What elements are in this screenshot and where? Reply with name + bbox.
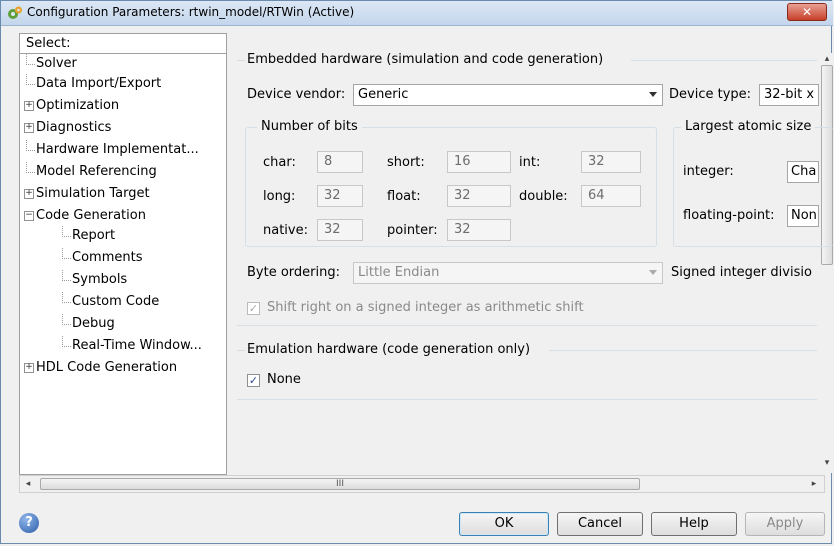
- group-divider: [237, 60, 245, 61]
- emulation-none-checkbox[interactable]: ✓: [247, 374, 260, 387]
- close-button[interactable]: ✕: [787, 3, 827, 21]
- expand-icon[interactable]: +: [24, 189, 34, 199]
- int-label: int:: [519, 155, 541, 170]
- long-label: long:: [263, 189, 296, 204]
- largest-atomic-size-title: Largest atomic size: [681, 119, 816, 134]
- collapse-icon[interactable]: −: [24, 211, 34, 221]
- expand-icon[interactable]: +: [24, 363, 34, 373]
- horizontal-scroll-thumb[interactable]: III: [40, 478, 640, 490]
- device-vendor-label: Device vendor:: [247, 87, 346, 102]
- group-divider: [549, 350, 817, 351]
- pointer-field[interactable]: 32: [447, 219, 511, 241]
- byte-ordering-select[interactable]: Little Endian: [353, 262, 663, 284]
- ok-button[interactable]: OK: [459, 512, 549, 536]
- scroll-up-icon[interactable]: ▴: [821, 53, 833, 65]
- title-bar[interactable]: Configuration Parameters: rtwin_model/RT…: [1, 1, 833, 26]
- group-divider: [631, 60, 817, 61]
- native-field[interactable]: 32: [317, 219, 363, 241]
- group-divider: [237, 350, 245, 351]
- help-button[interactable]: Help: [651, 512, 737, 536]
- long-field[interactable]: 32: [317, 185, 363, 207]
- char-label: char:: [263, 155, 296, 170]
- emulation-hardware-title: Emulation hardware (code generation only…: [247, 342, 531, 357]
- horizontal-scrollbar[interactable]: ◂ III ▸: [19, 475, 825, 493]
- check-icon: ✓: [248, 302, 259, 315]
- config-dialog: Configuration Parameters: rtwin_model/RT…: [0, 0, 834, 544]
- char-field[interactable]: 8: [317, 151, 363, 173]
- short-label: short:: [387, 155, 425, 170]
- scroll-down-icon[interactable]: ▾: [821, 457, 833, 469]
- expand-icon[interactable]: +: [24, 101, 34, 111]
- device-type-select[interactable]: 32-bit x: [759, 84, 819, 106]
- double-field[interactable]: 64: [581, 185, 641, 207]
- section-divider: [237, 325, 817, 326]
- pointer-label: pointer:: [387, 223, 438, 238]
- atomic-floating-select[interactable]: Non: [787, 205, 819, 227]
- signed-division-label: Signed integer divisio: [671, 265, 812, 280]
- short-field[interactable]: 16: [447, 151, 511, 173]
- double-label: double:: [519, 189, 568, 204]
- device-vendor-select[interactable]: Generic: [353, 84, 663, 106]
- atomic-floating-label: floating-point:: [683, 208, 775, 223]
- shift-arithmetic-checkbox[interactable]: ✓: [247, 302, 260, 315]
- largest-atomic-size-box: [673, 127, 833, 247]
- chevron-down-icon: [649, 92, 657, 97]
- expand-icon[interactable]: +: [24, 123, 34, 133]
- atomic-integer-label: integer:: [683, 164, 734, 179]
- scroll-right-icon[interactable]: ▸: [808, 478, 820, 490]
- native-label: native:: [263, 223, 308, 238]
- embedded-hardware-title: Embedded hardware (simulation and code g…: [247, 52, 604, 67]
- scroll-left-icon[interactable]: ◂: [22, 478, 34, 490]
- float-label: float:: [387, 189, 421, 204]
- select-label: Select:: [19, 33, 227, 53]
- section-divider: [237, 399, 817, 400]
- byte-ordering-label: Byte ordering:: [247, 265, 340, 280]
- category-tree[interactable]: Solver Data Import/Export + Optimization …: [19, 53, 227, 475]
- close-icon: ✕: [801, 5, 813, 19]
- grip-icon: III: [336, 479, 344, 489]
- int-field[interactable]: 32: [581, 151, 641, 173]
- shift-arithmetic-label: Shift right on a signed integer as arith…: [267, 300, 584, 315]
- device-type-label: Device type:: [669, 87, 752, 102]
- number-of-bits-title: Number of bits: [257, 119, 362, 134]
- apply-button[interactable]: Apply: [745, 512, 825, 536]
- window-title: Configuration Parameters: rtwin_model/RT…: [27, 5, 355, 19]
- simulink-gear-icon: [8, 6, 22, 19]
- chevron-down-icon: [649, 270, 657, 275]
- atomic-integer-select[interactable]: Cha: [787, 161, 819, 183]
- cancel-button[interactable]: Cancel: [557, 512, 643, 536]
- vertical-scrollbar[interactable]: ▴ ▾: [819, 53, 834, 473]
- help-icon[interactable]: ?: [19, 513, 39, 533]
- emulation-none-label: None: [267, 372, 301, 387]
- check-icon: ✓: [248, 374, 259, 387]
- float-field[interactable]: 32: [447, 185, 511, 207]
